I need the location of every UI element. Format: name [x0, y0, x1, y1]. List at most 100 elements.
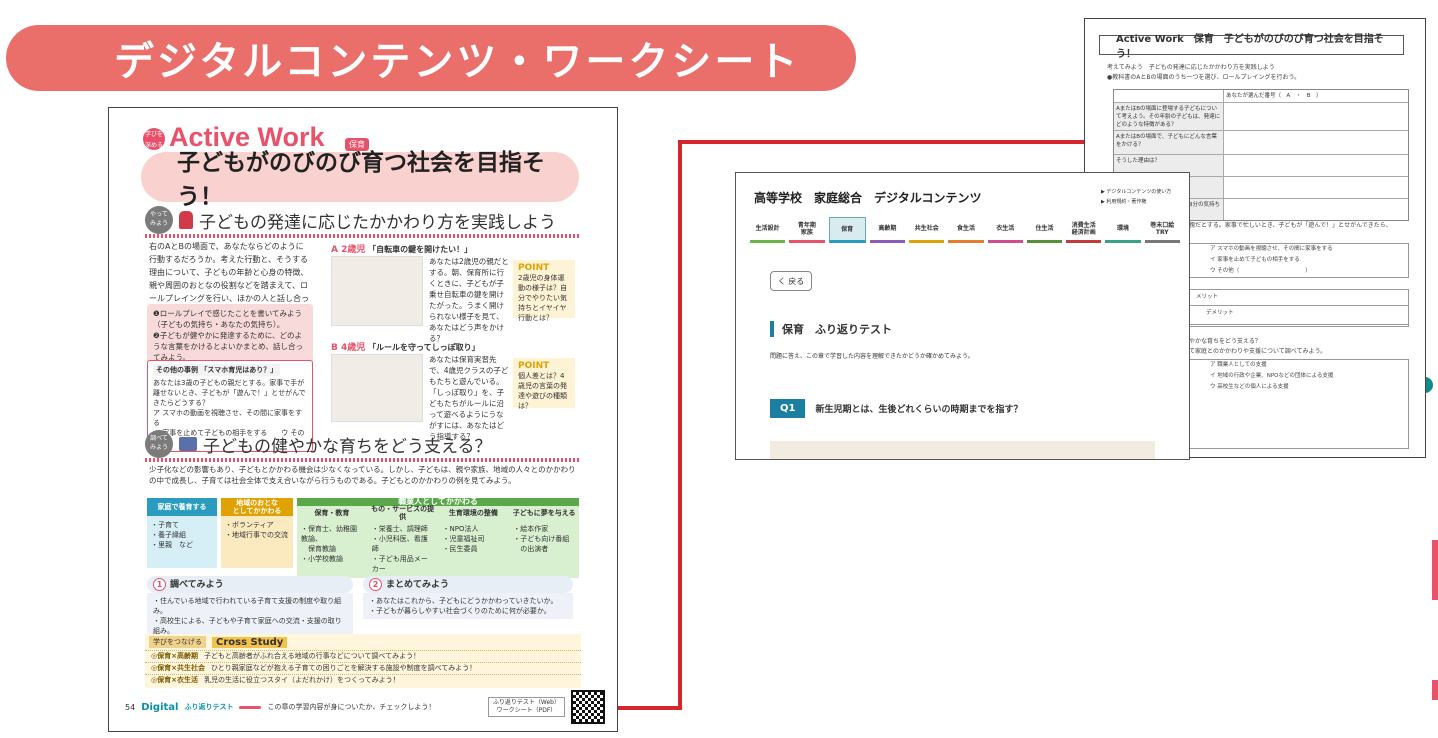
worksheet-option: ウ 高校生などの個人による支援 — [1210, 384, 1289, 390]
banner-title: デジタルコンテンツ・ワークシート — [114, 39, 801, 85]
worksheet-option: ア 職業人としての支援 — [1210, 362, 1267, 368]
headline: 子どもがのびのび育つ社会を目指そう！ — [177, 150, 545, 210]
step-title: まとめてみよう — [386, 579, 450, 590]
tab-1[interactable]: 青年期 家族 — [789, 217, 825, 243]
step-number: 2 — [369, 578, 382, 591]
qr-code-icon[interactable] — [571, 690, 605, 724]
worksheet-options2-box: ア 職業人としての支援 イ 地域の行政や企業、NPOなどの団体による支援 ウ 高… — [1189, 359, 1409, 449]
active-work-title: Active Work — [169, 122, 325, 152]
headline-banner: 子どもがのびのび育つ社会を目指そう！ — [141, 150, 579, 210]
grid-col: 生育環境の整備・NPO法人 ・児童福祉司 ・民生委員 — [439, 506, 509, 578]
grid-group-head: 職業人としてかかわる — [297, 498, 579, 506]
footer-links-box[interactable]: ふり返りテスト（Web） ワークシート（PDF） — [487, 697, 565, 717]
page-number: 54 — [125, 702, 136, 712]
try-badge: やって みよう — [145, 206, 173, 234]
question-1: Q1 新生児期とは、生後どれくらいの時期までを指す？ — [770, 399, 1022, 418]
grid-body: ・ボランティア ・地域行事での交流 — [221, 516, 293, 568]
tab-10[interactable]: 巻末口絵 TRY — [1144, 217, 1180, 243]
worksheet-q2b: て家庭とのかかわりや支援について調べてみよう。 — [1189, 348, 1327, 355]
chapter-tabs: 生活設計 青年期 家族 保育 高齢期 共生社会 食生活 衣生活 住生活 消費生活 経済計画 環境巻… — [750, 217, 1180, 243]
grid-body: ・NPO法人 ・児童福祉司 ・民生委員 — [442, 525, 485, 553]
active-work-header: 子どもがのびのび育つ社会を目指そう！ 学びを 深める Active Work 保… — [141, 122, 579, 210]
case-b-label: B 4歳児 「ルールを守ってしっぽ取り」 — [331, 343, 480, 353]
digital-label: Digital — [141, 701, 179, 713]
worksheet-option: ア スマホの動画を視聴させ、その間に家事をする — [1210, 246, 1333, 252]
case-a-text: あなたは2歳児の親だとする。朝、保育所に行くときに、子どもが子乗せ自転車の鍵を開… — [429, 257, 509, 343]
cross-row: ◎保育×衣生活 乳児の生活に役立つスタイ（よだれかけ）をつくってみよう！ — [145, 674, 581, 686]
textbook-page: 子どもがのびのび育つ社会を目指そう！ 学びを 深める Active Work 保… — [108, 107, 618, 732]
section-1-header: やって みよう 子どもの発達に応じたかかわり方を実践しよう — [145, 206, 556, 234]
tab-8[interactable]: 消費生活 経済計画 — [1066, 217, 1102, 243]
section-divider — [145, 458, 581, 462]
header-banner: デジタルコンテンツ・ワークシート — [6, 25, 856, 91]
digital-links: ▶ デジタルコンテンツの使い方 ▶ 利用規約・著作権 — [1101, 187, 1171, 207]
digital-title: 高等学校 家庭総合 デジタルコンテンツ — [754, 191, 982, 205]
footer-text: この章の学習内容が身についたか、チェックしよう！ — [267, 703, 436, 711]
worksheet-row-label: AまたはBの場面に登場する子どもについて考えよう。その年齢の子どもは、発達にどの… — [1114, 103, 1224, 130]
back-button[interactable]: く 戻る — [770, 271, 812, 291]
edge-mark — [1432, 540, 1438, 600]
research-badge: 調べて みよう — [145, 430, 173, 458]
worksheet-option: ウ その他（ ） — [1210, 268, 1311, 274]
cross-row: ◎保育×高齢期 子どもと高齢者がふれ合える地域の行事などについて調べてみよう！ — [145, 650, 581, 662]
step-2: 2 まとめてみよう ・あなたはこれから、子どもにどうかかわっていきたいか。 ・子ど… — [363, 576, 573, 619]
grid-head: 生育環境の整備 — [448, 509, 498, 517]
grid-head: 家庭で養育する — [147, 498, 217, 516]
other-case-title: その他の事例 「スマホ育児はあり？」 — [153, 364, 281, 376]
cross-row: ◎保育×共生社会 ひとり親家庭などが抱える子育ての困りごとを解決する施設や制度を調… — [145, 662, 581, 674]
section-1-title: 子どもの発達に応じたかかわり方を実践しよう — [199, 212, 556, 233]
tab-2[interactable]: 保育 — [828, 217, 866, 243]
step-text: ・住んでいる地域で行われている子育て支援の制度や取り組み。 ・高校生による、子ど… — [147, 593, 353, 639]
case-a-illustration — [331, 256, 423, 326]
step-number: 1 — [153, 578, 166, 591]
connector-line — [678, 140, 682, 708]
usage-link[interactable]: ▶ デジタルコンテンツの使い方 — [1101, 187, 1171, 197]
grid-col: 家庭で養育する ・子育て ・養子縁組 ・里親 など — [147, 498, 217, 568]
worksheet-options-box: ア スマホの動画を視聴させ、その間に家事をする イ 家事を止めて子どもの相手をす… — [1189, 243, 1409, 278]
grid-col: 保育・教育・保育士、幼稚園教諭、 保育教諭 ・小学校教諭 — [297, 506, 367, 578]
connector-line — [680, 140, 1085, 144]
arrow-bar — [239, 705, 262, 709]
grid-body: ・子育て ・養子縁組 ・里親 など — [147, 516, 217, 568]
worksheet-side-text: 親だとする。家事で忙しいとき、子どもが「遊んで！」とせがんできたら、 — [1189, 222, 1392, 229]
worksheet-demerit: デメリット — [1189, 305, 1409, 327]
tab-7[interactable]: 住生活 — [1026, 217, 1063, 243]
case-a-label: A 2歳児 「自転車の鍵を開けたい！」 — [331, 245, 473, 255]
worksheet-choice: あなたが選んだ番号（ A ・ B ） — [1226, 93, 1322, 99]
questions-box: ❶ロールプレイで感じたことを書いてみよう（子どもの気持ち・あなたの気持ち）。 ❷… — [147, 304, 313, 367]
tab-0[interactable]: 生活設計 — [750, 217, 786, 243]
grid-head: 地域のおとな としてかかわる — [221, 498, 293, 516]
grid-col: 子どもに夢を与える ・絵本作家 ・子ども向け番組 の出演者 — [509, 506, 579, 578]
digital-sub: ふり返りテスト — [184, 703, 234, 711]
tab-4[interactable]: 共生社会 — [909, 217, 945, 243]
test-instruction: 問題に答え、この章で学習した内容を理解できたかどうか確かめてみよう。 — [770, 353, 974, 360]
tab-6[interactable]: 衣生活 — [987, 217, 1023, 243]
case-b-text: あなたは保育実習先で、4歳児クラスの子どもたちと遊んでいる。「しっぽ取り」を、子… — [429, 355, 509, 441]
cross-study-box: 学びをつなげる Cross Study ◎保育×高齢期 子どもと高齢者がふれ合える… — [145, 634, 581, 688]
grid-head: 保育・教育 — [314, 509, 350, 517]
grid-body: ・保育士、幼稚園教諭、 保育教諭 ・小学校教諭 — [301, 525, 357, 563]
case-b-illustration — [331, 354, 423, 422]
chapter-tag: 保育 — [345, 138, 369, 151]
question-text: 新生児期とは、生後どれくらいの時期までを指す？ — [815, 405, 1023, 415]
edge-mark — [1432, 680, 1438, 700]
cross-label: 学びをつなげる — [149, 636, 206, 648]
terms-link[interactable]: ▶ 利用規約・著作権 — [1101, 197, 1171, 207]
worksheet-line: 考えてみよう 子どもの発達に応じたかかわり方を実践しよう — [1107, 64, 1275, 71]
grid-col: 地域のおとな としてかかわる ・ボランティア ・地域行事での交流 — [221, 498, 293, 568]
step-title: 調べてみよう — [170, 579, 224, 590]
point-a: POINT 2歳児の身体運動の様子は？自分でやりたい気持ちとイヤイヤ行動とは？ — [513, 260, 575, 322]
digital-content-page: 高等学校 家庭総合 デジタルコンテンツ ▶ デジタルコンテンツの使い方 ▶ 利用… — [735, 172, 1190, 460]
computer-icon — [179, 437, 197, 451]
tab-9[interactable]: 環境 — [1105, 217, 1141, 243]
section-2-title: 子どもの健やかな育ちをどう支える？ — [203, 436, 492, 457]
tab-5[interactable]: 食生活 — [948, 217, 984, 243]
worksheet-title: Active Work 保育 子どもがのびのび育つ社会を目指そう！ — [1099, 34, 1404, 60]
tab-3[interactable]: 高齢期 — [869, 217, 906, 243]
answer-area[interactable] — [770, 441, 1155, 459]
worksheet-line: ●教科書のAとBの場面のうち一つを選び、ロールプレイングを行おう。 — [1107, 74, 1301, 81]
worksheet-q2: やかな育ちをどう支える？ — [1189, 338, 1261, 345]
test-heading: 保育 ふり返りテスト — [770, 321, 892, 337]
step-1: 1 調べてみよう ・住んでいる地域で行われている子育て支援の制度や取り組み。 ・高… — [147, 576, 353, 639]
grid-group: 職業人としてかかわる 保育・教育 ・保育士、幼稚園教諭、 保育教諭 ・小学校教諭 … — [297, 498, 579, 578]
